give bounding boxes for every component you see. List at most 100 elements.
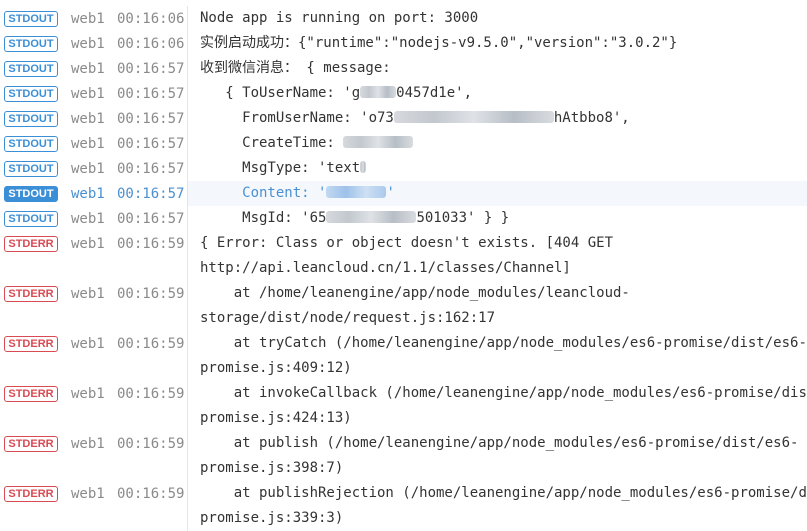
log-message-segment: FromUserName: 'o73 [200, 110, 394, 126]
log-row[interactable]: STDOUT web1 00:16:57 收到微信消息： { message: [0, 56, 807, 81]
log-message-segment: ' [386, 185, 395, 201]
instance-name: web1 [71, 435, 105, 452]
log-row-meta: STDOUT web1 00:16:06 [0, 6, 187, 31]
log-message-area: at publishRejection (/home/leanengine/ap… [188, 481, 807, 531]
log-viewer: STDOUT web1 00:16:06 Node app is running on… [0, 6, 807, 531]
log-row[interactable]: STDERR web1 00:16:59 at tryCatch (/home/le… [0, 331, 807, 381]
log-message: at invokeCallback (/home/leanengine/app/… [188, 381, 807, 431]
log-message: at /home/leanengine/app/node_modules/lea… [188, 281, 807, 331]
instance-name: web1 [71, 60, 105, 77]
log-message-line: MsgId: '65 501033' } } [200, 206, 807, 231]
log-message-area: MsgType: 'text [188, 156, 807, 181]
instance-name: web1 [71, 485, 105, 502]
log-message-line: promise.js:424:13) [200, 410, 352, 426]
log-message: FromUserName: 'o73 hAtbbo8', [188, 106, 807, 131]
instance-name: web1 [71, 335, 105, 352]
instance-name: web1 [71, 110, 105, 127]
log-row[interactable]: STDERR web1 00:16:59 at /home/leanengine/a… [0, 281, 807, 331]
log-row[interactable]: STDOUT web1 00:16:57 MsgType: 'text [0, 156, 807, 181]
timestamp: 00:16:59 [117, 385, 185, 402]
instance-name: web1 [71, 160, 105, 177]
log-message: at publishRejection (/home/leanengine/ap… [188, 481, 807, 531]
instance-name: web1 [71, 210, 105, 227]
timestamp: 00:16:59 [117, 235, 185, 252]
stderr-badge: STDERR [4, 435, 58, 452]
instance-name: web1 [71, 35, 105, 52]
log-message-area: 实例启动成功：{"runtime":"nodejs-v9.5.0","versi… [188, 31, 807, 56]
log-message-line: at tryCatch (/home/leanengine/app/node_m… [200, 335, 807, 351]
log-message: Node app is running on port: 3000 [188, 6, 807, 31]
log-message-segment: MsgType: 'text [200, 160, 361, 176]
timestamp: 00:16:57 [117, 60, 185, 77]
stdout-badge: STDOUT [4, 60, 58, 77]
log-message-line: Content: ' ' [200, 181, 807, 206]
instance-name: web1 [71, 385, 105, 402]
stderr-badge: STDERR [4, 485, 58, 502]
log-row[interactable]: STDOUT web1 00:16:57 CreateTime: [0, 131, 807, 156]
stderr-badge: STDERR [4, 235, 58, 252]
log-row[interactable]: STDOUT web1 00:16:57 Content: ' ' [0, 181, 807, 206]
redacted-text [360, 161, 367, 173]
log-row-meta: STDOUT web1 00:16:57 [0, 81, 187, 106]
redacted-text [360, 86, 397, 98]
log-message-area: at publish (/home/leanengine/app/node_mo… [188, 431, 807, 481]
timestamp: 00:16:06 [117, 10, 185, 27]
log-row-meta: STDERR web1 00:16:59 [0, 481, 187, 506]
stdout-badge: STDOUT [4, 210, 58, 227]
log-message-segment: 0457d1e', [396, 85, 473, 101]
log-row[interactable]: STDOUT web1 00:16:57 FromUserName: 'o73 hAt… [0, 106, 807, 131]
log-row-meta: STDERR web1 00:16:59 [0, 431, 187, 456]
log-row-meta: STDOUT web1 00:16:57 [0, 131, 187, 156]
log-message-line: Node app is running on port: 3000 [200, 10, 479, 26]
timestamp: 00:16:59 [117, 335, 185, 352]
log-row-meta: STDOUT web1 00:16:57 [0, 181, 187, 206]
timestamp: 00:16:59 [117, 485, 185, 502]
stdout-badge: STDOUT [4, 10, 58, 27]
log-message-area: Content: ' ' [188, 181, 807, 206]
log-row[interactable]: STDOUT web1 00:16:06 实例启动成功：{"runtime":"nod… [0, 31, 807, 56]
log-message-line: FromUserName: 'o73 hAtbbo8', [200, 106, 807, 131]
log-message-area: { ToUserName: 'g 0457d1e', [188, 81, 807, 106]
log-row[interactable]: STDERR web1 00:16:59 { Error: Class or obje… [0, 231, 807, 281]
log-message-line: http://api.leancloud.cn/1.1/classes/Chan… [200, 260, 571, 276]
log-row[interactable]: STDERR web1 00:16:59 at invokeCallback (/h… [0, 381, 807, 431]
instance-name: web1 [71, 135, 105, 152]
stderr-badge: STDERR [4, 285, 58, 302]
redacted-text [326, 186, 387, 198]
log-message-line: at /home/leanengine/app/node_modules/lea… [200, 285, 630, 301]
log-row[interactable]: STDOUT web1 00:16:57 { ToUserName: 'g 0457d… [0, 81, 807, 106]
log-message-segment: { ToUserName: 'g [200, 85, 361, 101]
log-row-meta: STDOUT web1 00:16:57 [0, 206, 187, 231]
timestamp: 00:16:57 [117, 185, 185, 202]
log-row[interactable]: STDOUT web1 00:16:06 Node app is running on… [0, 6, 807, 31]
log-row-meta: STDOUT web1 00:16:57 [0, 156, 187, 181]
redacted-text [393, 111, 554, 123]
log-message-area: MsgId: '65 501033' } } [188, 206, 807, 231]
log-message-line: 收到微信消息： { message: [200, 60, 391, 76]
log-row-meta: STDERR web1 00:16:59 [0, 231, 187, 256]
instance-name: web1 [71, 185, 105, 202]
log-message-line: 实例启动成功：{"runtime":"nodejs-v9.5.0","versi… [200, 35, 678, 51]
stderr-badge: STDERR [4, 385, 58, 402]
log-row[interactable]: STDOUT web1 00:16:57 MsgId: '65 501033' } } [0, 206, 807, 231]
log-message-segment: 501033' } } [416, 210, 510, 226]
log-message: CreateTime: [188, 131, 807, 156]
log-message-line: MsgType: 'text [200, 156, 807, 181]
log-message-line: { ToUserName: 'g 0457d1e', [200, 81, 807, 106]
instance-name: web1 [71, 10, 105, 27]
log-row[interactable]: STDERR web1 00:16:59 at publish (/home/lea… [0, 431, 807, 481]
log-message-line: CreateTime: [200, 131, 807, 156]
log-message: { ToUserName: 'g 0457d1e', [188, 81, 807, 106]
log-message-segment: MsgId: '65 [200, 210, 327, 226]
stdout-badge: STDOUT [4, 85, 58, 102]
log-row-meta: STDOUT web1 00:16:57 [0, 56, 187, 81]
log-message-line: promise.js:339:3) [200, 510, 344, 526]
timestamp: 00:16:57 [117, 110, 185, 127]
log-message-line: at publish (/home/leanengine/app/node_mo… [200, 435, 799, 451]
timestamp: 00:16:06 [117, 35, 185, 52]
log-row[interactable]: STDERR web1 00:16:59 at publishRejection (… [0, 481, 807, 531]
log-message: at tryCatch (/home/leanengine/app/node_m… [188, 331, 807, 381]
log-message-line: promise.js:409:12) [200, 360, 352, 376]
log-message: MsgId: '65 501033' } } [188, 206, 807, 231]
log-row-meta: STDERR web1 00:16:59 [0, 281, 187, 306]
